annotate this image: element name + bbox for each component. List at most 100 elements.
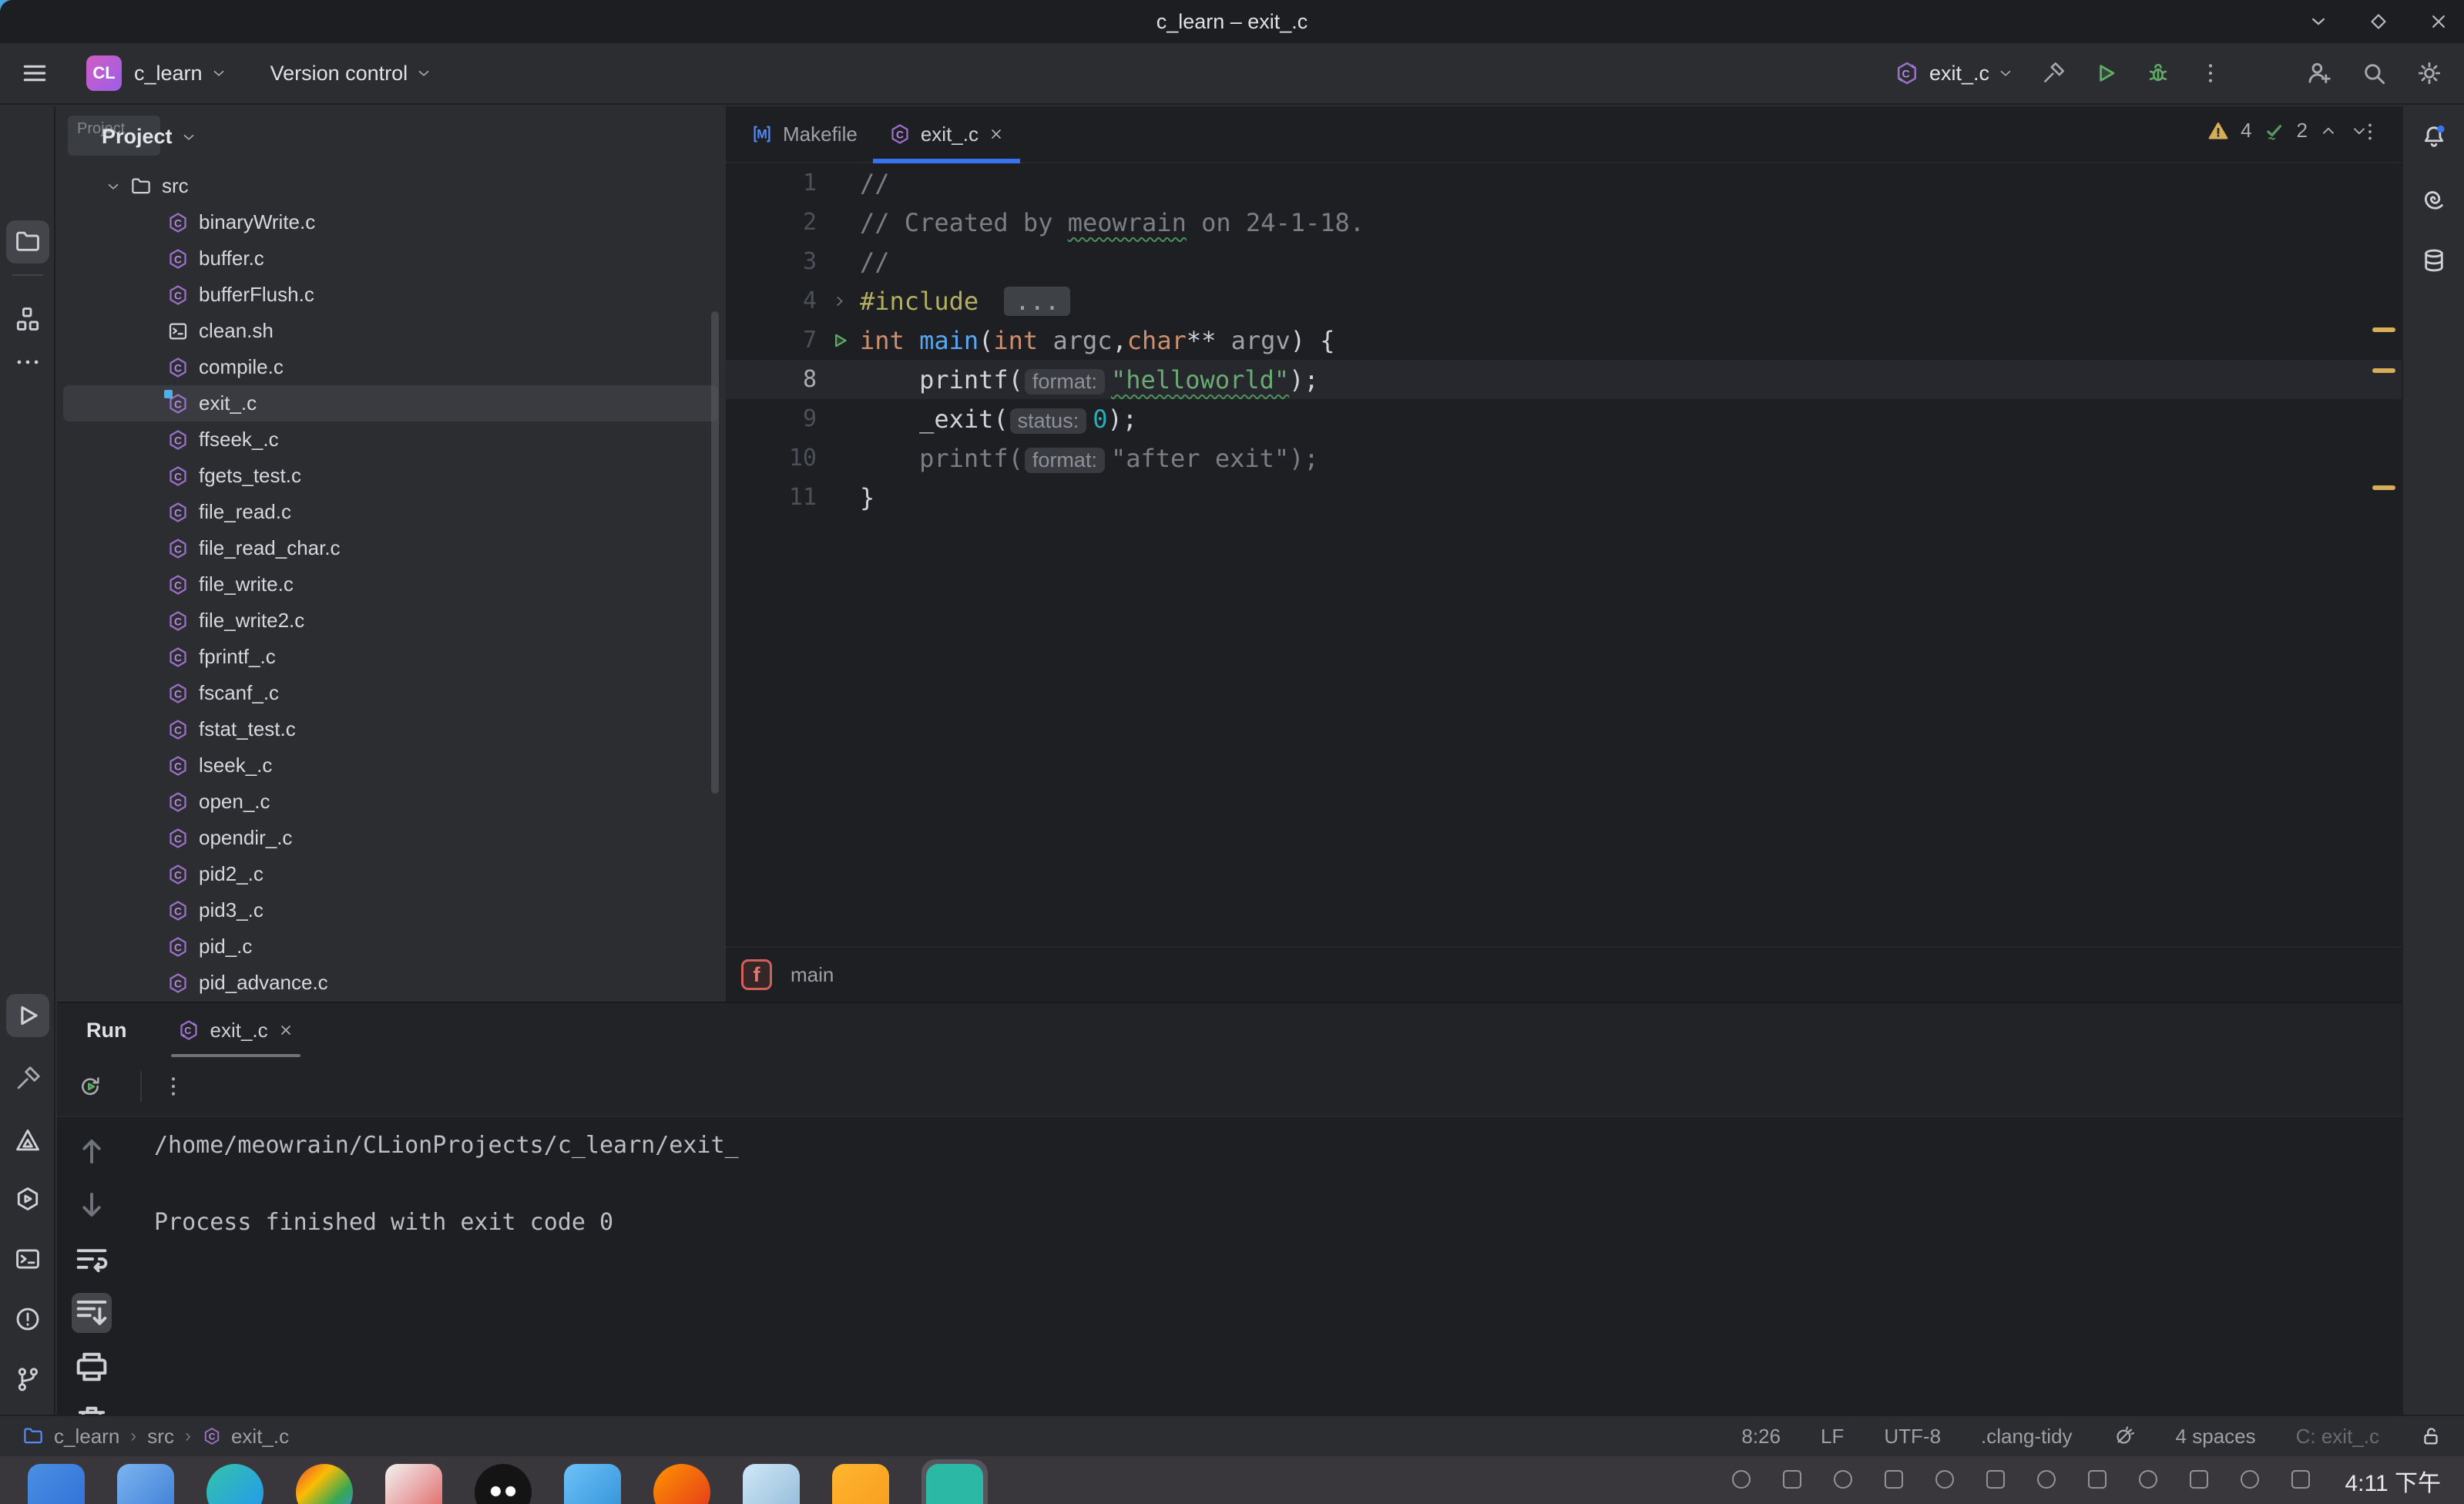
- caret-position[interactable]: 8:26: [1741, 1425, 1781, 1449]
- taskbar-app-round-green-app[interactable]: [206, 1464, 264, 1504]
- run-icon[interactable]: [2093, 60, 2119, 86]
- tree-item-ffseek_.c[interactable]: Cffseek_.c: [57, 421, 724, 458]
- tray-icon[interactable]: [2139, 1470, 2157, 1489]
- project-toolwindow-button[interactable]: [6, 220, 49, 264]
- tray-icon[interactable]: [1935, 1470, 1954, 1489]
- tray-icon[interactable]: [2037, 1470, 2056, 1489]
- tree-item-fgets_test.c[interactable]: Cfgets_test.c: [57, 458, 724, 494]
- terminal-toolwindow-button[interactable]: [6, 1237, 49, 1281]
- rerun-icon[interactable]: [77, 1073, 103, 1099]
- tree-item-fprintf_.c[interactable]: Cfprintf_.c: [57, 639, 724, 675]
- line-separator[interactable]: LF: [1821, 1425, 1844, 1449]
- run-toolwindow-button[interactable]: [6, 994, 49, 1037]
- tree-item-src[interactable]: src: [57, 168, 724, 204]
- taskbar-app-telegram-app[interactable]: [564, 1464, 621, 1504]
- up-stacktrace-icon[interactable]: [72, 1131, 112, 1171]
- line-number[interactable]: 4: [726, 287, 820, 314]
- taskbar-app-terminal-green-app[interactable]: [926, 1464, 983, 1504]
- line-number[interactable]: 2: [726, 209, 820, 236]
- crumb-dir[interactable]: src: [147, 1425, 174, 1449]
- run-more-options-icon[interactable]: [160, 1073, 186, 1099]
- tray-icon[interactable]: [1783, 1470, 1801, 1489]
- gear-icon[interactable]: [2415, 59, 2444, 88]
- inspection-widget[interactable]: 4 2: [2207, 119, 2369, 143]
- highlighting-level-icon[interactable]: [2113, 1425, 2136, 1448]
- tree-item-buffer.c[interactable]: Cbuffer.c: [57, 240, 724, 277]
- tree-item-pid_advance.c[interactable]: Cpid_advance.c: [57, 965, 724, 1001]
- taskbar-app-firefox-browser[interactable]: [653, 1464, 710, 1504]
- ai-assistant-button[interactable]: [2412, 177, 2456, 220]
- code-line-2[interactable]: 2// Created by meowrain on 24-1-18.: [726, 203, 2402, 242]
- clock[interactable]: 4:11 下午: [2345, 1464, 2442, 1498]
- fold-chevron-icon[interactable]: [831, 293, 848, 310]
- tray-icon[interactable]: [2291, 1470, 2310, 1489]
- clang-tidy[interactable]: .clang-tidy: [1981, 1425, 2073, 1449]
- taskbar-app-qq-app[interactable]: [475, 1464, 532, 1504]
- build-icon[interactable]: [2040, 60, 2066, 86]
- git-toolwindow-button[interactable]: [6, 1358, 49, 1401]
- tree-item-file_write2.c[interactable]: Cfile_write2.c: [57, 603, 724, 639]
- vcs-selector[interactable]: Version control: [270, 62, 433, 86]
- line-number[interactable]: 11: [726, 484, 820, 511]
- taskbar-app-panel-app[interactable]: [28, 1464, 85, 1504]
- tree-item-bufferFlush.c[interactable]: CbufferFlush.c: [57, 277, 724, 313]
- problems-toolwindow-button[interactable]: [6, 1298, 49, 1341]
- down-stacktrace-icon[interactable]: [72, 1185, 112, 1225]
- tree-item-open_.c[interactable]: Copen_.c: [57, 784, 724, 820]
- line-number[interactable]: 3: [726, 248, 820, 275]
- structure-toolwindow-button[interactable]: [6, 297, 49, 341]
- code-line-11[interactable]: 11}: [726, 478, 2402, 517]
- code-editor[interactable]: 1//2// Created by meowrain on 24-1-18.3/…: [726, 163, 2402, 946]
- next-problem-icon[interactable]: [2349, 121, 2369, 141]
- soft-wrap-icon[interactable]: [72, 1239, 112, 1279]
- tree-item-pid3_.c[interactable]: Cpid3_.c: [57, 892, 724, 928]
- build-toolwindow-button[interactable]: [6, 1057, 49, 1100]
- tree-item-file_read.c[interactable]: Cfile_read.c: [57, 494, 724, 530]
- tree-item-pid2_.c[interactable]: Cpid2_.c: [57, 856, 724, 892]
- notifications-button[interactable]: [2412, 116, 2456, 159]
- taskbar-app-chrome-browser[interactable]: [296, 1464, 353, 1504]
- tray-icon[interactable]: [2190, 1470, 2208, 1489]
- folded-region[interactable]: ...: [1004, 287, 1070, 316]
- close-run-tab-icon[interactable]: [277, 1022, 294, 1039]
- taskbar-app-wps-app[interactable]: [832, 1464, 889, 1504]
- close-icon[interactable]: [2427, 10, 2450, 33]
- language-mode[interactable]: C: exit_.c: [2296, 1425, 2379, 1449]
- line-number[interactable]: 10: [726, 445, 820, 472]
- tray-icon[interactable]: [1986, 1470, 2005, 1489]
- crumb-file[interactable]: exit_.c: [231, 1425, 289, 1449]
- tree-item-binaryWrite.c[interactable]: CbinaryWrite.c: [57, 204, 724, 240]
- database-button[interactable]: [2412, 239, 2456, 282]
- code-line-9[interactable]: 9 _exit(status:0);: [726, 399, 2402, 438]
- tree-item-compile.c[interactable]: Ccompile.c: [57, 349, 724, 385]
- tree-scrollbar[interactable]: [711, 311, 719, 794]
- tree-item-file_write.c[interactable]: Cfile_write.c: [57, 566, 724, 603]
- tree-item-exit_.c[interactable]: Cexit_.c: [63, 385, 718, 421]
- search-icon[interactable]: [2359, 59, 2388, 88]
- stripe-warning-mark[interactable]: [2372, 485, 2395, 490]
- line-number[interactable]: 7: [726, 327, 820, 354]
- tree-item-fscanf_.c[interactable]: Cfscanf_.c: [57, 675, 724, 711]
- stripe-warning-mark[interactable]: [2372, 327, 2395, 332]
- project-selector[interactable]: c_learn: [122, 62, 227, 86]
- code-line-1[interactable]: 1//: [726, 163, 2402, 203]
- hamburger-icon[interactable]: [20, 59, 49, 88]
- code-line-3[interactable]: 3//: [726, 242, 2402, 281]
- taskbar-app-avatar-app[interactable]: [743, 1464, 800, 1504]
- code-line-4[interactable]: 4#include ...: [726, 281, 2402, 321]
- file-encoding[interactable]: UTF-8: [1884, 1425, 1941, 1449]
- tab-makefile[interactable]: M Makefile: [735, 106, 873, 162]
- run-console-output[interactable]: /home/meowrain/CLionProjects/c_learn/exi…: [154, 1126, 2386, 1415]
- code-line-10[interactable]: 10 printf(format:"after exit");: [726, 438, 2402, 478]
- run-config-selector[interactable]: C++ exit_.c: [1894, 60, 2014, 86]
- tree-item-opendir_.c[interactable]: Copendir_.c: [57, 820, 724, 856]
- project-view-selector[interactable]: Project: [102, 125, 197, 149]
- minimize-icon[interactable]: [2307, 10, 2330, 33]
- more-toolwindows-button[interactable]: [6, 341, 49, 384]
- line-number[interactable]: 8: [726, 366, 820, 393]
- chevron-down-icon[interactable]: [105, 178, 122, 195]
- services-toolwindow-button[interactable]: [6, 1177, 49, 1220]
- debug-icon[interactable]: [2145, 60, 2171, 86]
- indent-setting[interactable]: 4 spaces: [2176, 1425, 2256, 1449]
- tray-icon[interactable]: [2241, 1470, 2259, 1489]
